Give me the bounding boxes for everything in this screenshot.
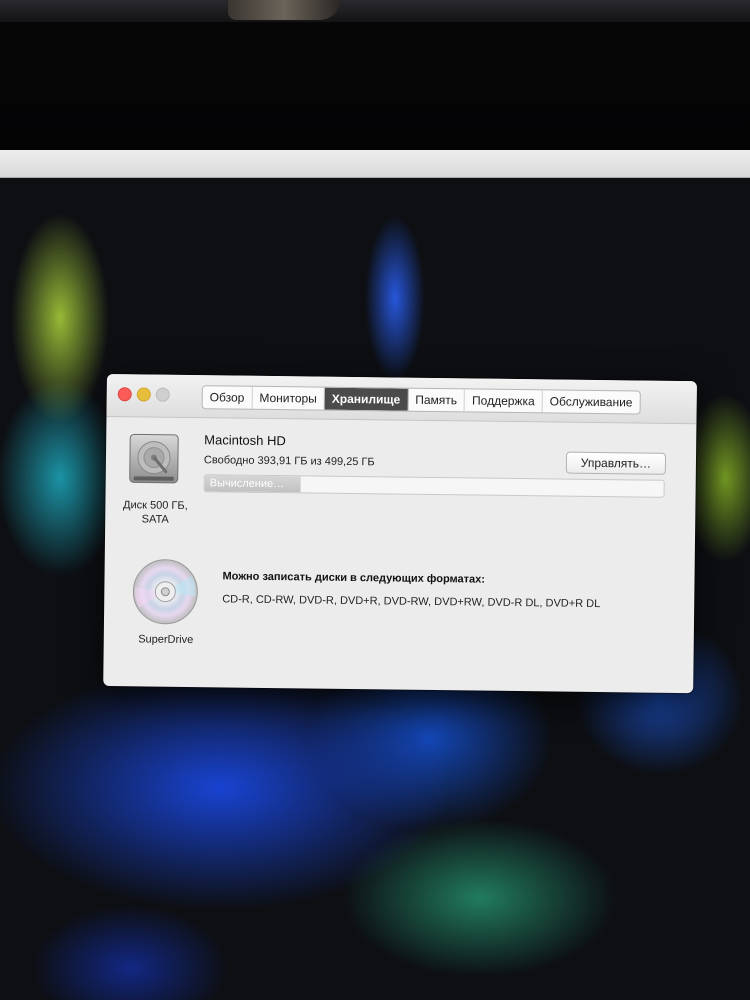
tab-service[interactable]: Обслуживание — [543, 390, 640, 413]
about-this-mac-window: Обзор Мониторы Хранилище Память Поддержк… — [103, 374, 697, 694]
disk-interface-label: SATA — [141, 513, 169, 526]
volume-free-space: Свободно 393,91 ГБ из 499,25 ГБ — [203, 454, 375, 469]
menu-bar — [0, 150, 750, 178]
formats-list: CD-R, CD-RW, DVD-R, DVD+R, DVD-RW, DVD+R… — [222, 593, 601, 611]
zoom-window-button[interactable] — [155, 387, 170, 402]
disk-caption: Диск 500 ГБ, SATA — [111, 498, 199, 527]
drive-caption: SuperDrive — [138, 633, 194, 647]
storage-pane: Диск 500 ГБ, SATA Macintosh HD Свободно … — [103, 417, 696, 693]
close-window-button[interactable] — [117, 387, 132, 402]
storage-usage-bar: Вычисление… — [203, 474, 665, 498]
hard-drive-icon — [129, 433, 179, 484]
tab-displays[interactable]: Мониторы — [252, 386, 325, 410]
tab-support[interactable]: Поддержка — [464, 389, 543, 413]
disk-capacity-label: Диск 500 ГБ, — [123, 499, 188, 512]
tab-overview[interactable]: Обзор — [202, 386, 253, 409]
foreground-object — [228, 0, 340, 20]
tab-memory[interactable]: Память — [408, 388, 466, 412]
tab-storage[interactable]: Хранилище — [324, 387, 409, 411]
window-titlebar: Обзор Мониторы Хранилище Память Поддержк… — [106, 374, 697, 425]
top-surface — [0, 0, 750, 22]
manage-storage-button[interactable]: Управлять… — [565, 451, 667, 475]
tab-bar: Обзор Мониторы Хранилище Память Поддержк… — [201, 385, 641, 415]
optical-disc-icon — [132, 559, 198, 625]
volume-name: Macintosh HD — [204, 432, 286, 449]
formats-heading: Можно записать диски в следующих формата… — [222, 570, 486, 586]
monitor-bezel — [0, 0, 750, 150]
minimize-window-button[interactable] — [136, 387, 151, 402]
storage-usage-label: Вычисление… — [209, 477, 285, 491]
